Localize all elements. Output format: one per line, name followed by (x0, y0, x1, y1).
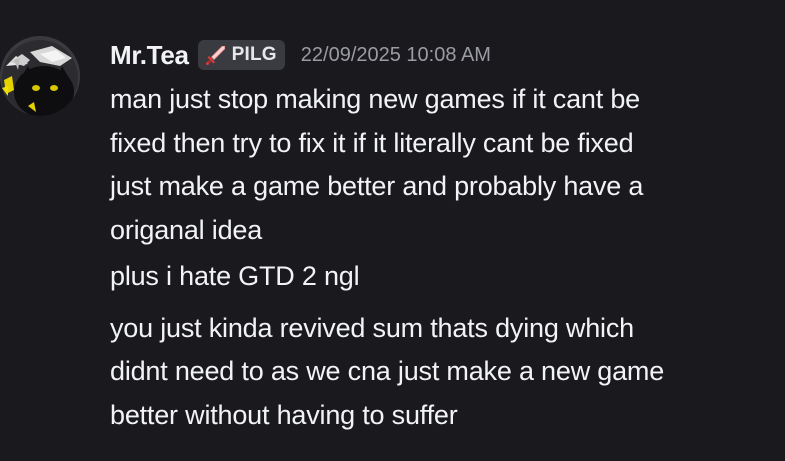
message-line: fixed then try to fix it if it literally… (110, 127, 634, 158)
timestamp[interactable]: 22/09/2025 10:08 AM (301, 44, 491, 67)
username[interactable]: Mr.Tea (110, 40, 189, 71)
crossed-swords-icon (204, 43, 228, 67)
message-line: better without having to suffer (110, 399, 458, 430)
message-line: origanal idea (110, 214, 263, 245)
chat-message: Mr.Tea PILG 22/09/2025 10:08 AM man just… (0, 0, 785, 461)
avatar[interactable] (0, 36, 80, 116)
message-line: just make a game better and probably hav… (110, 171, 644, 201)
cat-avatar-icon (0, 36, 80, 116)
message-header: Mr.Tea PILG 22/09/2025 10:08 AM (110, 36, 491, 74)
guild-tag[interactable]: PILG (197, 40, 285, 70)
message-content: man just stop making new games if it can… (110, 78, 770, 437)
message-line: didnt need to as we cna just make a new … (110, 356, 665, 386)
guild-tag-label: PILG (231, 44, 277, 65)
message-line: plus i hate GTD 2 ngl (110, 261, 360, 291)
message-line: you just kinda revived sum thats dying w… (110, 312, 634, 343)
message-line: man just stop making new games if it can… (110, 84, 640, 114)
